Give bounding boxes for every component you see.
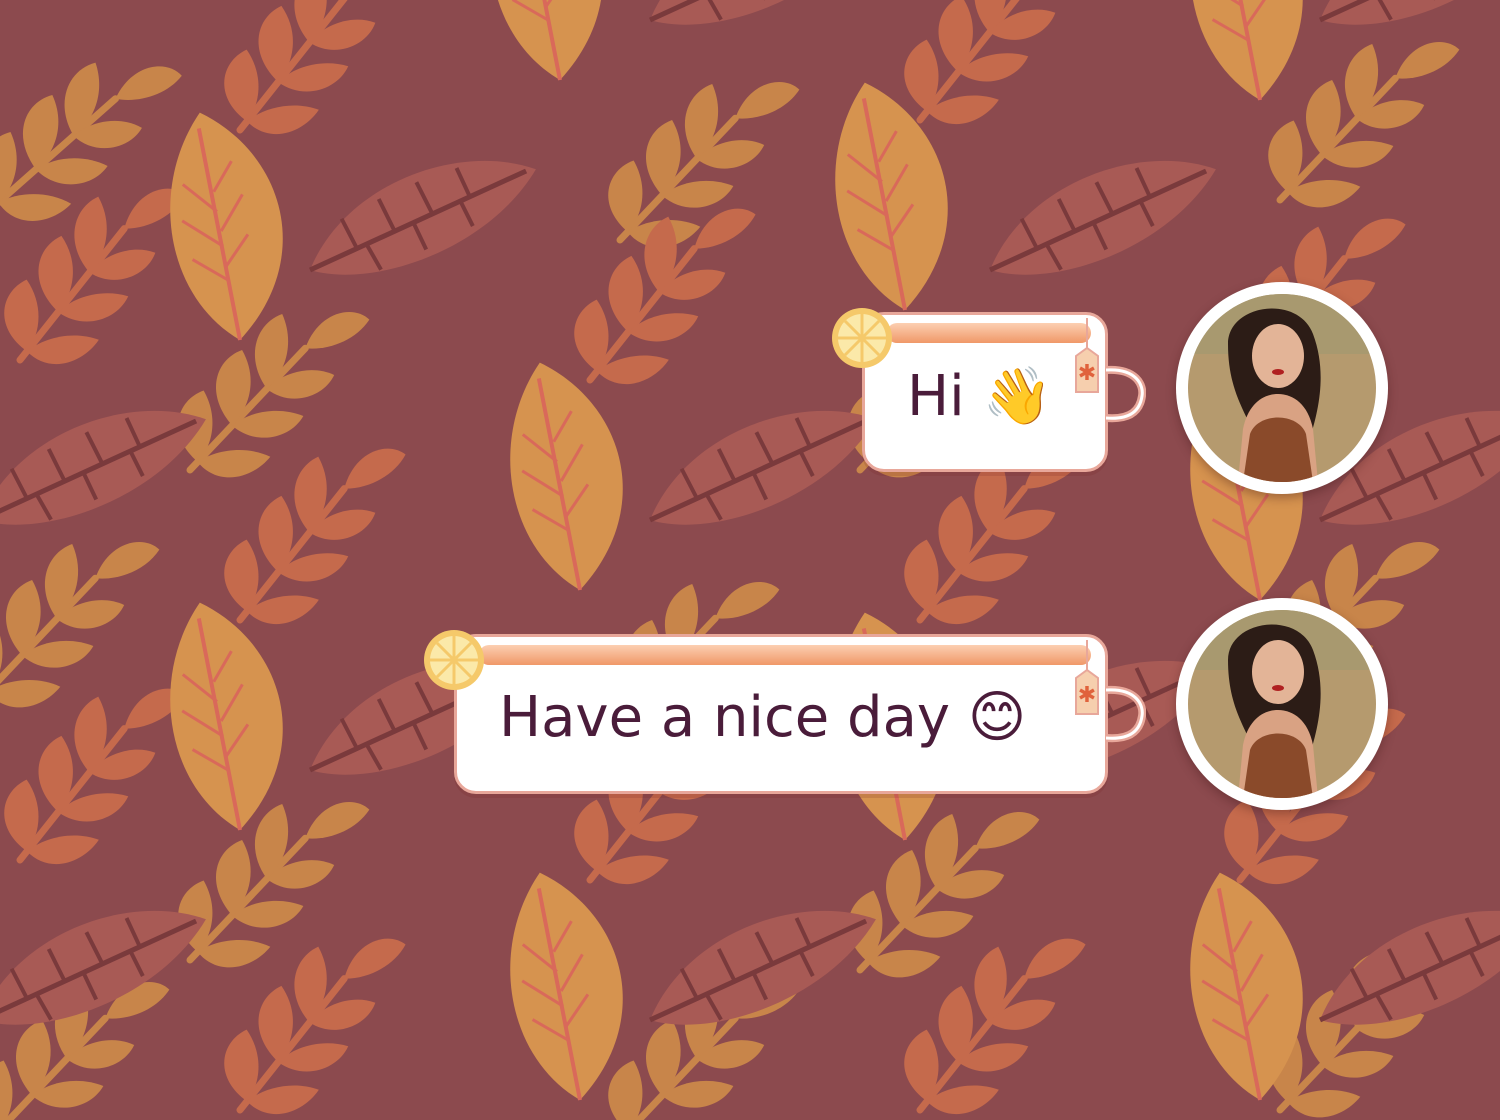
cup-handle-icon (1106, 365, 1146, 423)
avatar[interactable] (1176, 598, 1388, 810)
bubble-rim-band (887, 323, 1091, 343)
lemon-slice-icon (832, 308, 892, 368)
user-avatar-photo (1188, 610, 1376, 798)
message-bubble[interactable]: Have a nice day 😊 (454, 634, 1108, 794)
tea-tag-icon: ✱ (1075, 640, 1099, 715)
avatar[interactable] (1176, 282, 1388, 494)
svg-text:✱: ✱ (1078, 361, 1096, 386)
lemon-slice-icon (424, 630, 484, 690)
tea-tag-icon: ✱ (1075, 318, 1099, 393)
bubble-rim-band (479, 645, 1091, 665)
svg-text:✱: ✱ (1078, 683, 1096, 708)
message-text: Have a nice day 😊 (499, 685, 1027, 750)
cup-handle-icon (1106, 685, 1146, 743)
leaf-pattern-background (0, 0, 1500, 1120)
user-avatar-photo (1188, 294, 1376, 482)
message-text: Hi 👋 (907, 364, 1053, 429)
